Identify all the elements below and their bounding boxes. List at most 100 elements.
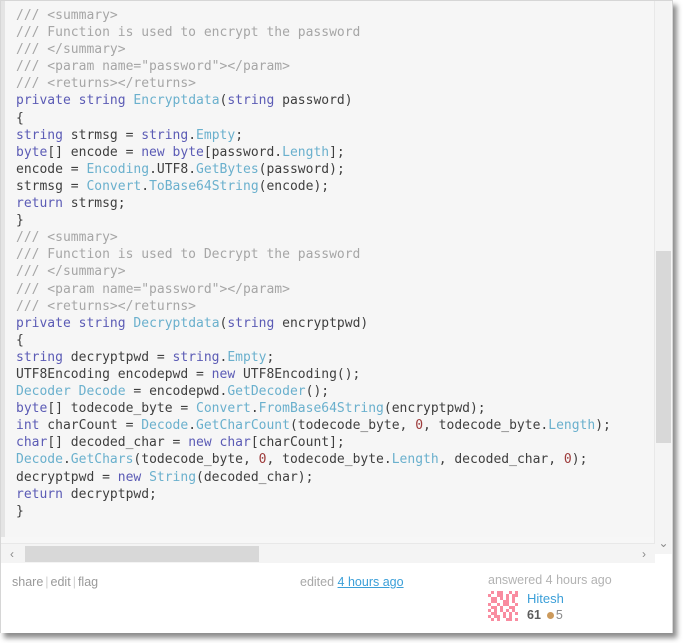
action-separator-2: | <box>72 575 76 589</box>
code-token: Decoder <box>16 384 71 400</box>
code-token: Decryptdata <box>133 315 220 331</box>
code-token: string <box>227 93 275 109</box>
vertical-scrollbar-thumb[interactable] <box>656 251 671 443</box>
bronze-badge-count: 5 <box>555 608 563 622</box>
chevron-right-icon[interactable]: › <box>633 544 655 563</box>
code-token: ; <box>266 349 275 365</box>
answer-post-card: /// <summary> /// Function is used to en… <box>0 0 673 633</box>
chevron-down-icon[interactable]: ⌄ <box>655 532 672 554</box>
code-token: } <box>16 503 24 519</box>
code-token: . <box>188 418 197 434</box>
code-token: (); <box>305 384 330 400</box>
code-token: new <box>188 435 212 451</box>
code-token: . <box>250 401 259 417</box>
code-token: [charCount]; <box>250 435 345 451</box>
horizontal-scrollbar-thumb[interactable] <box>25 546 259 562</box>
code-token: string <box>227 315 275 331</box>
code-token: string <box>16 127 63 143</box>
code-token: FromBase64String <box>258 401 384 417</box>
code-token: new <box>117 469 142 485</box>
avatar[interactable] <box>488 591 521 624</box>
code-token: = encodepwd. <box>125 384 228 400</box>
code-token: new <box>211 366 236 382</box>
code-token: } <box>16 213 24 229</box>
answered-timestamp: answered 4 hours ago <box>488 573 612 587</box>
edit-link[interactable]: edit <box>51 575 71 589</box>
edited-info: edited 4 hours ago <box>300 575 404 589</box>
code-token: strmsg; <box>62 196 126 212</box>
code-token: new <box>141 144 165 160</box>
code-token: , todecode_byte. <box>266 452 392 468</box>
code-token: private <box>16 93 71 109</box>
post-footer: share | edit | flag edited 4 hours ago answe… <box>1 564 672 633</box>
chevron-left-icon[interactable]: ‹ <box>1 544 23 563</box>
code-token: string <box>172 349 220 365</box>
code-token: [password. <box>203 144 283 160</box>
code-token: . <box>188 127 197 143</box>
code-token: [] encode = <box>47 144 142 160</box>
code-token: Decode <box>78 384 126 400</box>
code-token: String <box>149 469 197 485</box>
code-token: char <box>16 435 48 451</box>
edited-label: edited <box>300 575 335 589</box>
code-token: string <box>78 93 126 109</box>
code-token: Convert <box>86 178 142 194</box>
code-token: /// </summary> <box>16 42 126 58</box>
code-token: ; <box>235 127 244 143</box>
code-token: . <box>62 452 71 468</box>
code-token: (todecode_byte, <box>133 452 259 468</box>
code-token: , decoded_char, <box>438 452 564 468</box>
code-token: char <box>219 435 251 451</box>
code-token: string <box>78 315 126 331</box>
code-token: Encoding <box>86 161 150 177</box>
code-token: /// <param name="password"></param> <box>16 281 290 297</box>
code-token: Empty <box>196 127 236 143</box>
code-token: /// Function is used to encrypt the pass… <box>16 25 361 41</box>
code-token: . <box>141 178 150 194</box>
code-token: /// <summary> <box>16 8 118 23</box>
code-token: { <box>16 110 24 126</box>
vertical-scrollbar[interactable]: ⌄ <box>654 1 671 554</box>
code-token: ToBase64String <box>149 178 259 194</box>
code-scroll-viewport[interactable]: /// <summary> /// Function is used to en… <box>5 1 653 537</box>
code-token: Encryptdata <box>133 93 220 109</box>
code-token: /// <returns></returns> <box>16 298 197 314</box>
user-meta: Hitesh 61 5 <box>527 591 564 622</box>
share-link[interactable]: share <box>12 575 43 589</box>
source-code: /// <summary> /// Function is used to en… <box>5 1 653 520</box>
code-token: encryptpwd) <box>274 315 369 331</box>
answerer-user-card: answered 4 hours ago Hitesh 61 5 <box>488 572 663 624</box>
code-token: ]; <box>329 144 345 160</box>
code-token: return <box>16 196 63 212</box>
code-token: byte <box>16 401 48 417</box>
code-token: string <box>16 349 63 365</box>
edited-timestamp[interactable]: 4 hours ago <box>338 575 404 589</box>
code-token: string <box>141 127 189 143</box>
code-token: (todecode_byte, <box>289 418 416 434</box>
code-token: Length <box>391 452 439 468</box>
code-token: int <box>16 418 40 434</box>
post-actions: share | edit | flag <box>12 575 98 589</box>
code-token: (encryptpwd); <box>383 401 486 417</box>
code-token: UTF8Encoding encodepwd = <box>16 366 212 382</box>
code-token: decryptpwd = <box>62 349 173 365</box>
code-token: (password); <box>258 161 345 177</box>
reputation-score: 61 <box>527 608 541 622</box>
flag-link[interactable]: flag <box>78 575 98 589</box>
code-token: decryptpwd = <box>16 469 118 485</box>
username-link[interactable]: Hitesh <box>527 591 564 607</box>
code-token: GetDecoder <box>227 384 306 400</box>
code-token: (encode); <box>258 178 330 194</box>
code-token: { <box>16 332 24 348</box>
code-token: [] todecode_byte = <box>47 401 197 417</box>
code-token: GetChars <box>70 452 134 468</box>
code-token: return <box>16 486 63 502</box>
horizontal-scrollbar[interactable]: ‹ › <box>1 543 655 563</box>
user-row: Hitesh 61 5 <box>488 591 663 624</box>
code-token: byte <box>172 144 204 160</box>
